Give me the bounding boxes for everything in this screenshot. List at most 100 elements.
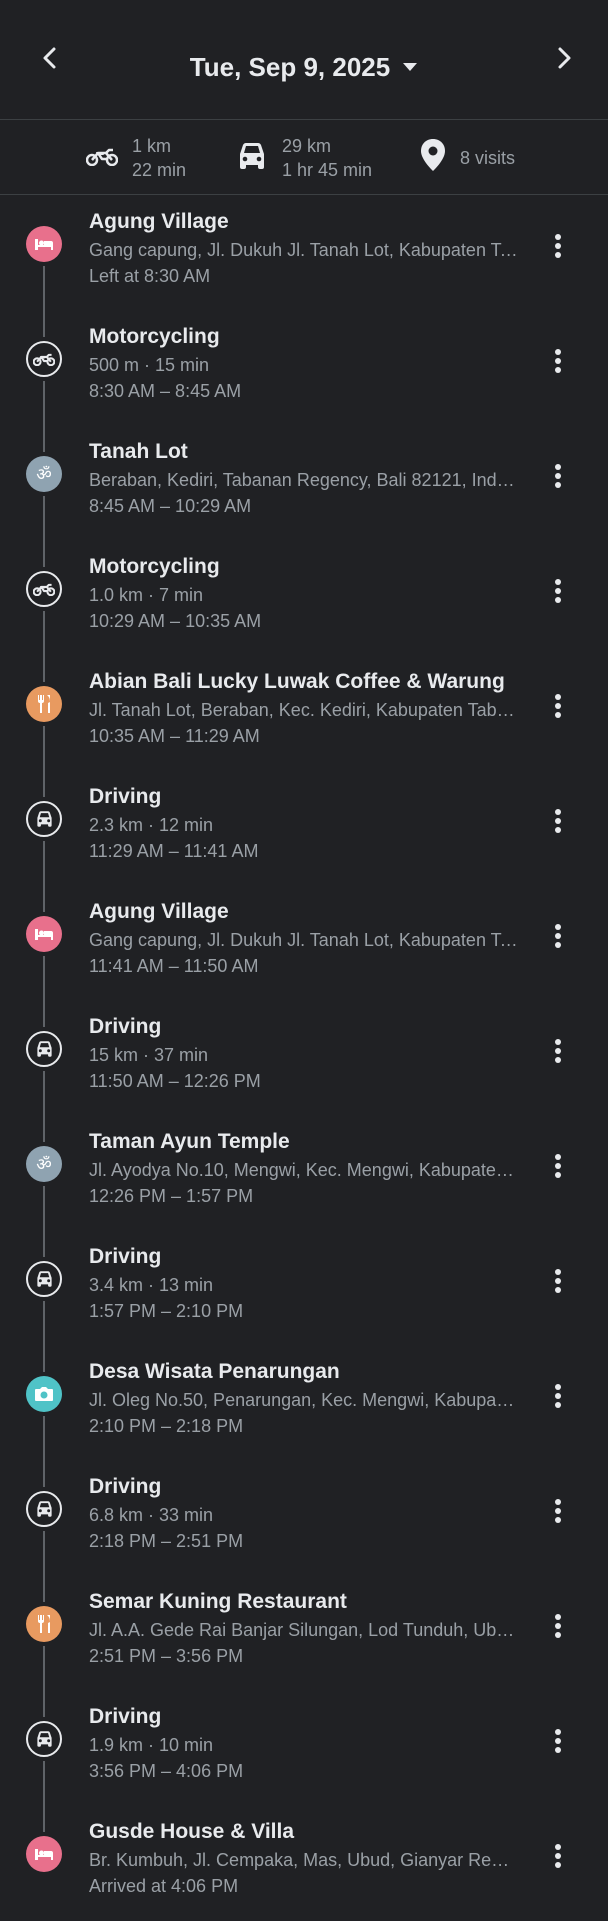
timeline-connector (43, 841, 45, 886)
next-day-button[interactable] (543, 38, 587, 82)
more-vert-icon (554, 1843, 562, 1874)
more-options-button[interactable] (536, 916, 580, 960)
more-options-button[interactable] (536, 571, 580, 615)
item-distance-duration: 1.0 km · 7 min (89, 585, 204, 605)
timeline-place-item[interactable]: Abian Bali Lucky Luwak Coffee & Warung Jl… (0, 656, 608, 771)
motorcycle-icon (26, 571, 62, 607)
item-distance-duration: 2.3 km · 12 min (89, 815, 214, 835)
svg-text:ॐ: ॐ (36, 1155, 52, 1174)
date-label: Tue, Sep 9, 2025 (189, 52, 391, 82)
car-icon (236, 141, 268, 176)
more-options-button[interactable] (536, 801, 580, 845)
timeline-connector (43, 956, 45, 1001)
car-icon (26, 1491, 62, 1527)
timeline-place-item[interactable]: Gusde House & Villa Br. Kumbuh, Jl. Cempa… (0, 1806, 608, 1921)
item-time-range: 2:51 PM – 3:56 PM (89, 1646, 244, 1666)
item-address: Jl. Oleg No.50, Penarungan, Kec. Mengwi,… (89, 1390, 519, 1410)
timeline-connector (43, 1186, 45, 1231)
item-title: Driving (89, 1245, 162, 1268)
more-options-button[interactable] (536, 1261, 580, 1305)
car-duration: 1 hr 45 min (282, 160, 373, 180)
chevron-right-icon (555, 46, 575, 75)
date-selector[interactable]: Tue, Sep 9, 2025 (0, 52, 608, 83)
more-vert-icon (554, 923, 562, 954)
timeline-activity-item[interactable]: Driving 15 km · 37 min 11:50 AM – 12:26 PM (0, 1001, 608, 1116)
more-options-button[interactable] (536, 1606, 580, 1650)
timeline-activity-item[interactable]: Motorcycling 500 m · 15 min 8:30 AM – 8:45… (0, 311, 608, 426)
more-options-button[interactable] (536, 686, 580, 730)
more-options-button[interactable] (536, 1836, 580, 1880)
more-vert-icon (554, 1038, 562, 1069)
more-options-button[interactable] (536, 1491, 580, 1535)
item-time-range: Arrived at 4:06 PM (89, 1876, 239, 1896)
timeline-connector (43, 1071, 45, 1116)
visits-count: 8 visits (460, 147, 516, 168)
item-title: Motorcycling (89, 325, 220, 348)
more-options-button[interactable] (536, 226, 580, 270)
item-title: Driving (89, 1475, 162, 1498)
timeline-connector (43, 656, 45, 682)
more-vert-icon (554, 1383, 562, 1414)
item-time-range: 11:50 AM – 12:26 PM (89, 1071, 261, 1091)
more-options-button[interactable] (536, 456, 580, 500)
motorcycle-icon (26, 341, 62, 377)
timeline-connector (43, 1001, 45, 1027)
timeline-activity-item[interactable]: Driving 3.4 km · 13 min 1:57 PM – 2:10 PM (0, 1231, 608, 1346)
more-options-button[interactable] (536, 1376, 580, 1420)
timeline-connector (43, 611, 45, 656)
item-title: Agung Village (89, 900, 229, 923)
motorcycle-duration: 22 min (132, 160, 187, 180)
svg-text:ॐ: ॐ (36, 465, 52, 484)
item-address: Br. Kumbuh, Jl. Cempaka, Mas, Ubud, Gian… (89, 1850, 519, 1870)
item-distance-duration: 15 km · 37 min (89, 1045, 209, 1065)
item-address: Jl. Tanah Lot, Beraban, Kec. Kediri, Kab… (89, 700, 519, 720)
item-time-range: 11:29 AM – 11:41 AM (89, 841, 259, 861)
timeline-connector (43, 1116, 45, 1142)
timeline-connector (43, 1806, 45, 1832)
item-address: Gang capung, Jl. Dukuh Jl. Tanah Lot, Ka… (89, 930, 519, 950)
timeline-connector (43, 426, 45, 452)
item-title: Agung Village (89, 210, 229, 233)
timeline-connector (43, 1416, 45, 1461)
car-icon (26, 801, 62, 837)
more-options-button[interactable] (536, 341, 580, 385)
more-vert-icon (554, 578, 562, 609)
timeline-place-item[interactable]: Desa Wisata Penarungan Jl. Oleg No.50, Pe… (0, 1346, 608, 1461)
timeline-activity-item[interactable]: Motorcycling 1.0 km · 7 min 10:29 AM – 10:… (0, 541, 608, 656)
item-title: Desa Wisata Penarungan (89, 1360, 340, 1383)
item-distance-duration: 6.8 km · 33 min (89, 1505, 214, 1525)
timeline-activity-item[interactable]: Driving 6.8 km · 33 min 2:18 PM – 2:51 PM (0, 1461, 608, 1576)
more-options-button[interactable] (536, 1146, 580, 1190)
caret-down-icon (402, 59, 418, 77)
item-title: Gusde House & Villa (89, 1820, 295, 1843)
timeline-activity-item[interactable]: Driving 2.3 km · 12 min 11:29 AM – 11:41 A… (0, 771, 608, 886)
car-icon (26, 1721, 62, 1757)
timeline-connector (43, 1531, 45, 1576)
timeline-connector (43, 381, 45, 426)
timeline-place-item[interactable]: Agung Village Gang capung, Jl. Dukuh Jl. … (0, 196, 608, 311)
timeline-connector (43, 771, 45, 797)
timeline-place-item[interactable]: ॐ Tanah Lot Beraban, Kediri, Tabanan Regen… (0, 426, 608, 541)
item-title: Taman Ayun Temple (89, 1130, 290, 1153)
more-options-button[interactable] (536, 1721, 580, 1765)
timeline-connector (43, 1461, 45, 1487)
timeline-place-item[interactable]: Semar Kuning Restaurant Jl. A.A. Gede Rai… (0, 1576, 608, 1691)
more-vert-icon (554, 808, 562, 839)
timeline-place-item[interactable]: Agung Village Gang capung, Jl. Dukuh Jl. … (0, 886, 608, 1001)
item-distance-duration: 3.4 km · 13 min (89, 1275, 214, 1295)
restaurant-icon (26, 1606, 62, 1642)
item-distance-duration: 500 m · 15 min (89, 355, 210, 375)
timeline-activity-item[interactable]: Driving 1.9 km · 10 min 3:56 PM – 4:06 PM (0, 1691, 608, 1806)
item-time-range: 1:57 PM – 2:10 PM (89, 1301, 244, 1321)
more-options-button[interactable] (536, 1031, 580, 1075)
timeline-connector (43, 1691, 45, 1717)
location-pin-icon (420, 138, 446, 177)
more-vert-icon (554, 233, 562, 264)
motorcycle-distance: 1 km (132, 136, 172, 156)
more-vert-icon (554, 1268, 562, 1299)
car-distance: 29 km (282, 136, 332, 156)
timeline-connector (43, 266, 45, 311)
car-icon (26, 1261, 62, 1297)
camera-icon (26, 1376, 62, 1412)
timeline-place-item[interactable]: ॐ Taman Ayun Temple Jl. Ayodya No.10, Meng… (0, 1116, 608, 1231)
